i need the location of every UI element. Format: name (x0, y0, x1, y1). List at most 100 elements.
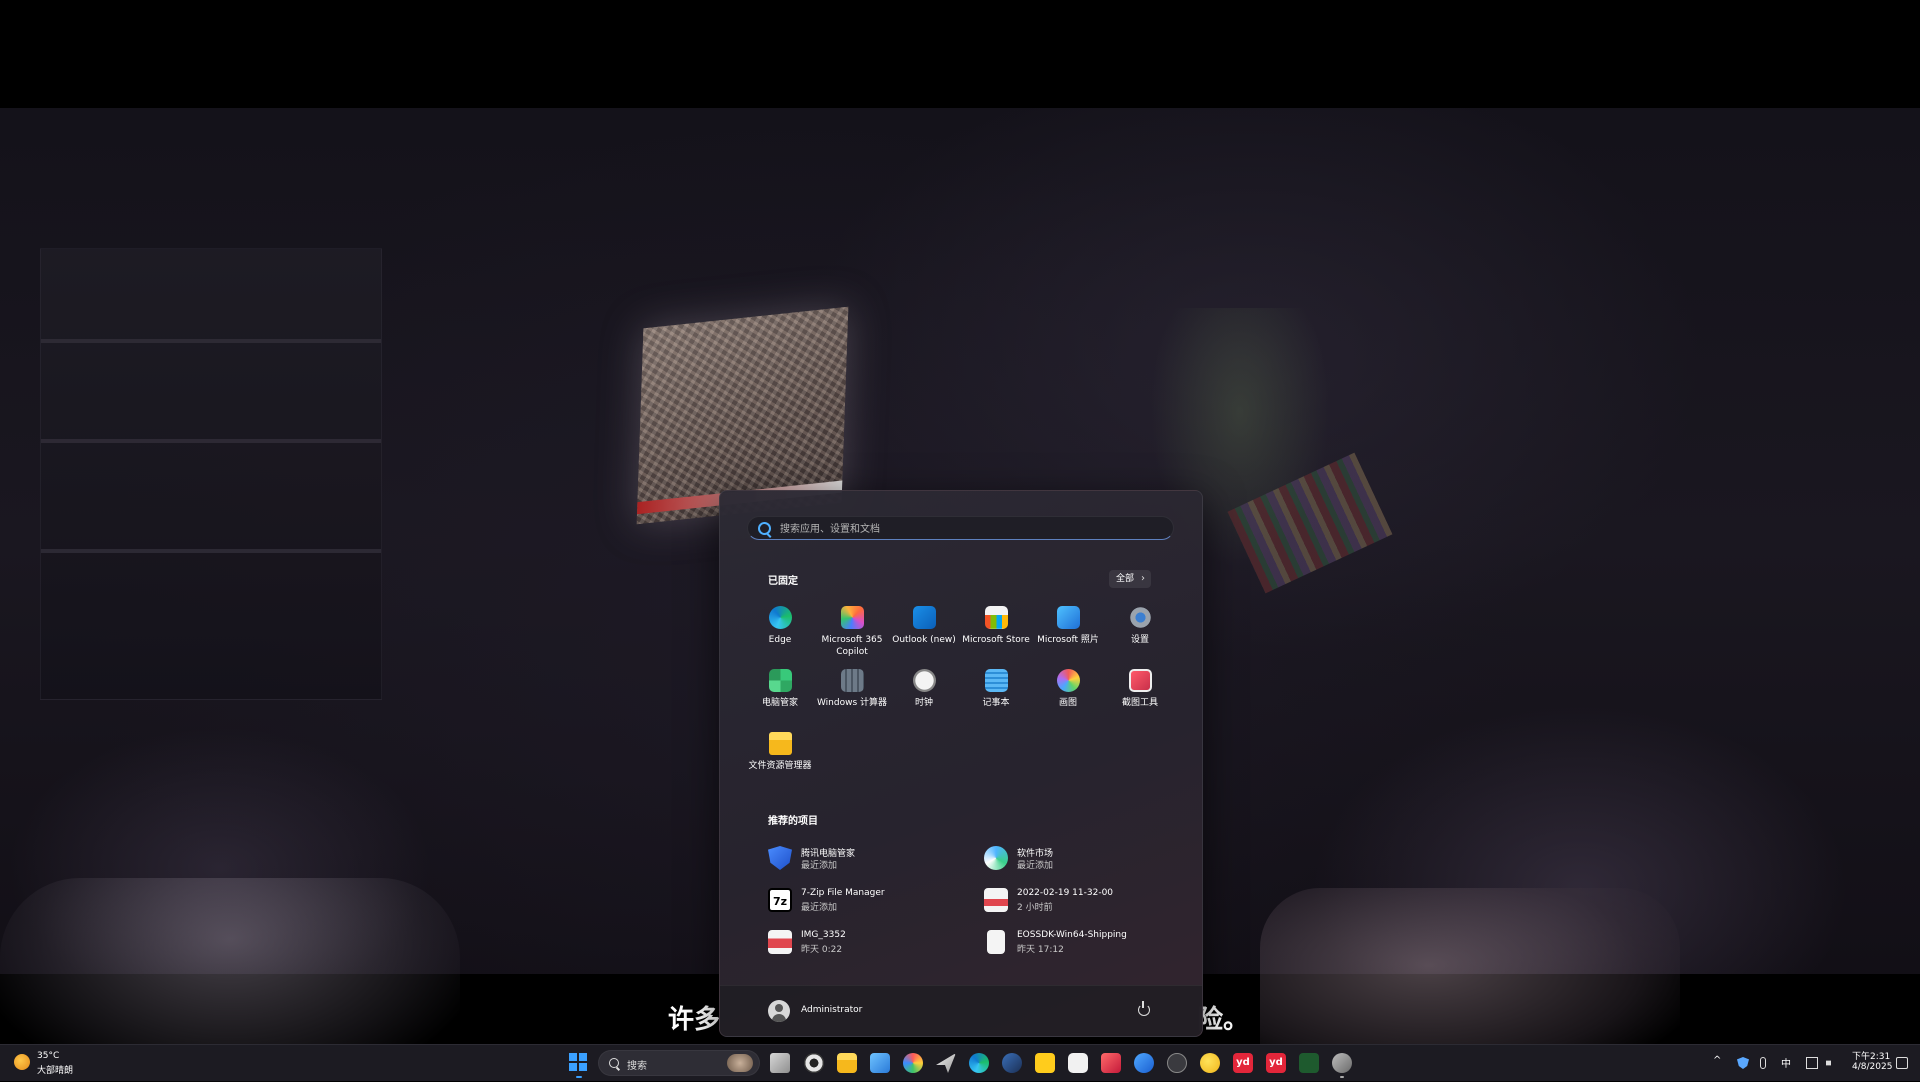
terminal-green-icon[interactable] (1299, 1053, 1319, 1073)
network-icon[interactable] (1806, 1057, 1818, 1069)
weather-temperature: 35°C (37, 1051, 60, 1061)
pinned-app-photos[interactable]: Microsoft 照片 (1032, 606, 1104, 662)
chevron-up-icon[interactable]: ^ (1713, 1055, 1721, 1066)
youdao-dict-icon[interactable]: yd (1266, 1053, 1286, 1073)
search-icon (758, 522, 771, 535)
search-highlight-image (727, 1054, 753, 1072)
power-icon[interactable] (1138, 1001, 1150, 1016)
weather-widget[interactable]: 35°C 大部晴朗 (0, 1045, 90, 1081)
notepad-icon (985, 669, 1008, 692)
recommended-subtitle: 最近添加 (801, 861, 838, 871)
game-app-icon[interactable] (1332, 1053, 1352, 1073)
pinned-app-outlook[interactable]: Outlook (new) (888, 606, 960, 662)
user-name: Administrator (801, 1005, 863, 1015)
recommended-subtitle: 2 小时前 (1017, 903, 1053, 913)
settings-gear-icon (1129, 606, 1152, 629)
volume-icon[interactable] (1826, 1057, 1836, 1069)
taskbar-search-label: 搜索 (627, 1061, 647, 1072)
paint-icon (1057, 669, 1080, 692)
recommended-title: 推荐的项目 (768, 816, 818, 827)
duck-app-icon[interactable] (1200, 1053, 1220, 1073)
kodi-yellow-app-icon[interactable] (1035, 1053, 1055, 1073)
weather-sun-icon (14, 1054, 30, 1070)
task-view-icon[interactable] (770, 1053, 790, 1073)
user-account-button[interactable]: Administrator (760, 994, 880, 1028)
mail-icon[interactable] (870, 1053, 890, 1073)
clock-time: 下午2:31 (1852, 1052, 1891, 1062)
recommended-name: EOSSDK-Win64-Shipping (1017, 930, 1127, 940)
file-explorer-icon (769, 732, 792, 755)
tencent-pc-manager-icon (768, 846, 792, 870)
chatgpt-app-icon[interactable] (804, 1053, 824, 1073)
recommended-item[interactable]: IMG_3352 昨天 0:22 (768, 927, 968, 961)
clock-date: 4/8/2025 (1852, 1062, 1893, 1072)
notification-bell-icon[interactable] (1896, 1057, 1908, 1069)
chrome-icon[interactable] (903, 1053, 923, 1073)
start-search-box[interactable] (747, 516, 1174, 540)
chevron-right-icon: › (1141, 573, 1145, 584)
recommended-subtitle: 昨天 17:12 (1017, 945, 1064, 955)
all-apps-label: 全部 (1116, 574, 1135, 584)
cpu-monitor-icon[interactable] (1167, 1053, 1187, 1073)
subtitle-left: 许多 (668, 1005, 721, 1035)
clock-icon (913, 669, 936, 692)
all-apps-button[interactable]: 全部 › (1109, 570, 1151, 588)
app-label: 设置 (1130, 635, 1149, 645)
feishu-icon[interactable] (936, 1053, 956, 1073)
red-app-icon[interactable] (1101, 1053, 1121, 1073)
outlook-icon (913, 606, 936, 629)
pinned-app-pc-manager[interactable]: 电脑管家 (744, 669, 816, 725)
recommended-subtitle: 最近添加 (801, 903, 838, 913)
security-shield-icon[interactable] (1737, 1057, 1749, 1069)
recommended-item[interactable]: 7z 7-Zip File Manager 最近添加 (768, 885, 968, 919)
weather-description: 大部晴朗 (37, 1066, 74, 1076)
active-app-indicator (1340, 1076, 1344, 1078)
pinned-app-store[interactable]: Microsoft Store (960, 606, 1032, 662)
recommended-item[interactable]: 2022-02-19 11-32-00 2 小时前 (984, 885, 1184, 919)
recommended-name: IMG_3352 (801, 930, 846, 940)
taskbar-search[interactable]: 搜索 (598, 1050, 760, 1076)
microphone-icon[interactable] (1760, 1057, 1766, 1069)
pinned-title: 已固定 (768, 576, 798, 587)
subtitle-right: 险。 (1197, 1005, 1250, 1035)
pinned-app-paint[interactable]: 画图 (1032, 669, 1104, 725)
app-label: 截图工具 (1121, 698, 1158, 708)
desktop: 许多 险。 已固定 全部 › Edge Microsoft 365 Copilo… (0, 0, 1920, 1082)
taskbar: 35°C 大部晴朗 搜索 yd yd ^ 中 下午2:31 4/8/2025 (0, 1044, 1920, 1081)
pinned-app-settings[interactable]: 设置 (1104, 606, 1176, 662)
m365-copilot-icon (841, 606, 864, 629)
start-button[interactable] (569, 1053, 587, 1071)
recommended-item[interactable]: 软件市场 最近添加 (984, 843, 1184, 877)
recommended-item[interactable]: EOSSDK-Win64-Shipping 昨天 17:12 (984, 927, 1184, 961)
youdao-icon[interactable]: yd (1233, 1053, 1253, 1073)
recommended-subtitle: 昨天 0:22 (801, 945, 843, 955)
7zip-icon: 7z (768, 888, 792, 912)
mp4-file-icon (768, 930, 792, 954)
blue-play-icon[interactable] (1134, 1053, 1154, 1073)
start-menu: 已固定 全部 › Edge Microsoft 365 Copilot Outl… (719, 490, 1203, 1037)
pinned-app-calculator[interactable]: Windows 计算器 (816, 669, 888, 725)
file-explorer-icon[interactable] (837, 1053, 857, 1073)
calculator-icon (841, 669, 864, 692)
edge-icon (769, 606, 792, 629)
bookshelf-image (40, 248, 382, 700)
avatar-icon (768, 1000, 790, 1022)
app-grid-icon[interactable] (1068, 1053, 1088, 1073)
pinned-app-file-explorer[interactable]: 文件资源管理器 (744, 732, 816, 788)
recommended-item[interactable]: 腾讯电脑管家 最近添加 (768, 843, 968, 877)
start-search-input[interactable] (778, 519, 1162, 539)
photos-icon (1057, 606, 1080, 629)
pinned-app-edge[interactable]: Edge (744, 606, 816, 662)
software-market-icon (984, 846, 1008, 870)
pinned-app-notepad[interactable]: 记事本 (960, 669, 1032, 725)
generic-file-icon (987, 930, 1005, 954)
steam-icon[interactable] (1002, 1053, 1022, 1073)
pinned-app-m365-copilot[interactable]: Microsoft 365 Copilot (816, 606, 888, 662)
pinned-app-clock[interactable]: 时钟 (888, 669, 960, 725)
input-method-indicator[interactable]: 中 (1781, 1055, 1791, 1070)
mp4-file-icon (984, 888, 1008, 912)
recommended-subtitle: 最近添加 (1017, 861, 1054, 871)
start-active-indicator (576, 1076, 582, 1078)
pinned-app-snipping-tool[interactable]: 截图工具 (1104, 669, 1176, 725)
edge-icon[interactable] (969, 1053, 989, 1073)
